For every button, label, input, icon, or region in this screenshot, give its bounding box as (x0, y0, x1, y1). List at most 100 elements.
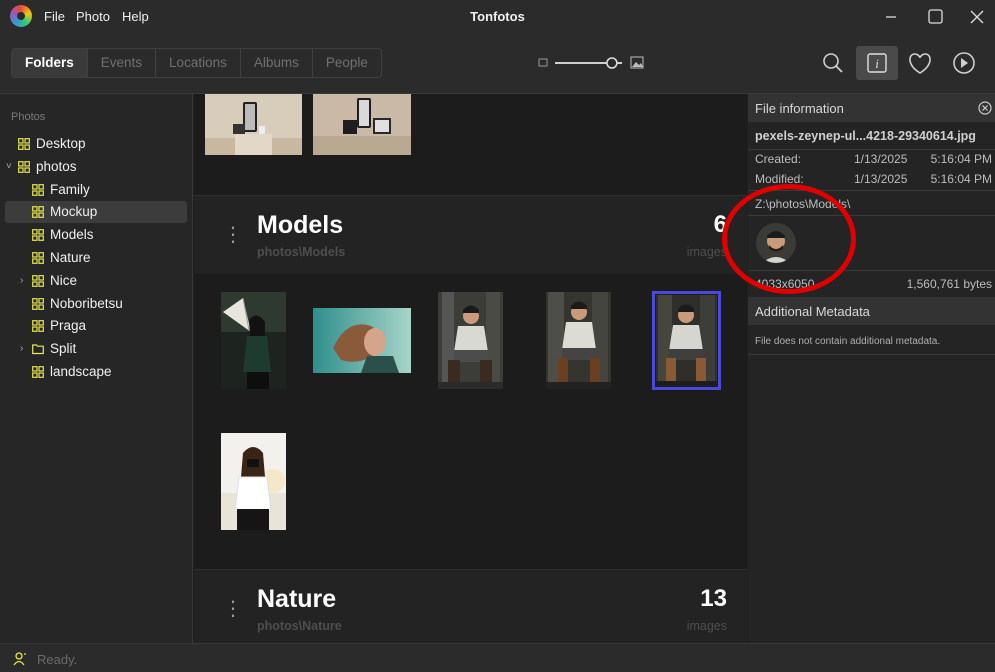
close-panel-icon[interactable] (978, 101, 992, 115)
created-time: 5:16:04 PM (930, 152, 992, 166)
expand-chevron-icon[interactable]: › (20, 338, 23, 360)
sidebar-item-noboribetsu[interactable]: Noboribetsu (0, 293, 190, 315)
tab-albums[interactable]: Albums (241, 49, 313, 77)
sidebar-item-desktop[interactable]: Desktop (0, 133, 190, 155)
sidebar-item-landscape[interactable]: landscape (0, 361, 190, 383)
section-title: Nature (257, 585, 337, 613)
photo-folder-icon (32, 366, 44, 378)
file-info-header: File information (748, 94, 995, 122)
photo-folder-icon (32, 252, 44, 264)
section-count: 13 (700, 585, 727, 612)
tab-events[interactable]: Events (88, 49, 157, 77)
divider (748, 215, 995, 216)
info-toggle-icon[interactable]: i (856, 46, 898, 80)
sidebar-item-models[interactable]: Models (0, 224, 190, 246)
sidebar-item-label: Nature (50, 250, 91, 265)
sidebar-item-nature[interactable]: Nature (0, 247, 190, 269)
small-image-icon (538, 58, 548, 67)
status-bar: Ready. (0, 643, 995, 672)
tab-people[interactable]: People (313, 49, 381, 77)
divider (748, 354, 995, 355)
sidebar-item-split[interactable]: › Split (0, 338, 190, 360)
file-info-title: File information (755, 101, 844, 116)
sidebar-item-label: Mockup (50, 204, 98, 219)
minimize-icon[interactable] (880, 6, 902, 28)
sidebar-item-label: Praga (50, 318, 87, 333)
maximize-icon[interactable] (924, 6, 946, 28)
photo-grid: ⋮ Models photos\Models 6 images ⋮ Nature… (194, 94, 747, 643)
sidebar-item-family[interactable]: Family (0, 179, 190, 201)
photo-folder-icon (32, 275, 44, 287)
section-title: Models (257, 211, 344, 239)
image-dimensions: 4033x6050 (755, 277, 815, 291)
sidebar-item-label: Desktop (36, 136, 86, 151)
photo-folder-icon (32, 206, 44, 218)
search-icon[interactable] (812, 46, 854, 80)
thumbnail-mockup-1[interactable] (205, 94, 302, 155)
expand-chevron-icon[interactable]: › (20, 270, 23, 292)
thumbnail-model-4[interactable] (546, 292, 611, 389)
menu-help[interactable]: Help (122, 9, 149, 24)
thumbnail-model-1[interactable] (221, 292, 286, 389)
thumbnail-mockup-2[interactable] (313, 94, 411, 155)
sidebar-header: Photos (11, 111, 46, 123)
expand-chevron-icon[interactable]: ˅ (6, 156, 12, 178)
menu-file[interactable]: File (44, 9, 65, 24)
thumbnail-size-slider[interactable] (538, 54, 648, 72)
close-icon[interactable] (966, 6, 988, 28)
sidebar-item-label: Nice (50, 273, 78, 288)
photo-folder-icon (32, 298, 44, 310)
face-avatar[interactable] (756, 223, 796, 263)
additional-metadata-text: File does not contain additional metadat… (755, 336, 941, 347)
svg-text:i: i (875, 56, 879, 71)
section-menu-icon[interactable]: ⋮ (223, 596, 243, 621)
section-count-unit: images (686, 245, 727, 259)
sidebar-item-label: Family (50, 182, 90, 197)
status-text: Ready. (37, 652, 78, 667)
photo-folder-icon (18, 161, 30, 173)
tab-locations[interactable]: Locations (156, 49, 241, 77)
thumbnail-model-2[interactable] (313, 308, 411, 373)
divider (748, 149, 995, 150)
created-date: 1/13/2025 (854, 152, 908, 166)
favorites-icon[interactable] (899, 46, 941, 80)
thumbnail-model-3[interactable] (438, 292, 503, 389)
menu-photo[interactable]: Photo (76, 9, 110, 24)
section-count-unit: images (686, 619, 727, 633)
view-tabs: Folders Events Locations Albums People (11, 48, 382, 78)
modified-time: 5:16:04 PM (930, 172, 992, 186)
modified-label: Modified: (755, 172, 804, 186)
thumbnail-model-5-selected[interactable] (652, 291, 721, 390)
section-menu-icon[interactable]: ⋮ (223, 222, 243, 247)
photo-folder-icon (32, 320, 44, 332)
photo-folder-icon (32, 229, 44, 241)
sidebar-item-label: photos (36, 159, 77, 174)
thumbnail-model-6[interactable] (221, 433, 286, 530)
sidebar-item-mockup[interactable]: Mockup (5, 201, 187, 223)
file-path: Z:\photos\Models\ (755, 197, 851, 211)
sidebar-item-label: Split (50, 341, 77, 356)
slider-knob (606, 57, 618, 69)
file-size: 1,560,761 bytes (906, 277, 992, 291)
title-bar: File Photo Help Tonfotos (0, 0, 995, 33)
section-header-nature: ⋮ Nature photos\Nature 13 images (194, 570, 747, 643)
section-header-models: ⋮ Models photos\Models 6 images (194, 196, 747, 274)
file-info-panel: File information pexels-zeynep-ul...4218… (748, 94, 995, 643)
section-path: photos\Models (257, 245, 346, 259)
divider (748, 270, 995, 271)
created-label: Created: (755, 152, 802, 166)
folder-sidebar: Photos Desktop ˅ photos Family Mockup Models N… (0, 94, 193, 643)
sidebar-item-label: landscape (50, 364, 112, 379)
people-status-icon (13, 652, 26, 666)
sidebar-item-photos[interactable]: ˅ photos (0, 156, 190, 178)
slideshow-play-icon[interactable] (943, 46, 985, 80)
sidebar-item-praga[interactable]: Praga (0, 315, 190, 337)
sidebar-item-nice[interactable]: › Nice (0, 270, 190, 292)
photo-folder-icon (18, 138, 30, 150)
window-title: Tonfotos (470, 9, 525, 24)
folder-icon (32, 344, 44, 355)
sidebar-item-label: Models (50, 227, 94, 242)
additional-metadata-title: Additional Metadata (755, 304, 870, 319)
tab-folders[interactable]: Folders (12, 49, 88, 77)
modified-date: 1/13/2025 (854, 172, 908, 186)
